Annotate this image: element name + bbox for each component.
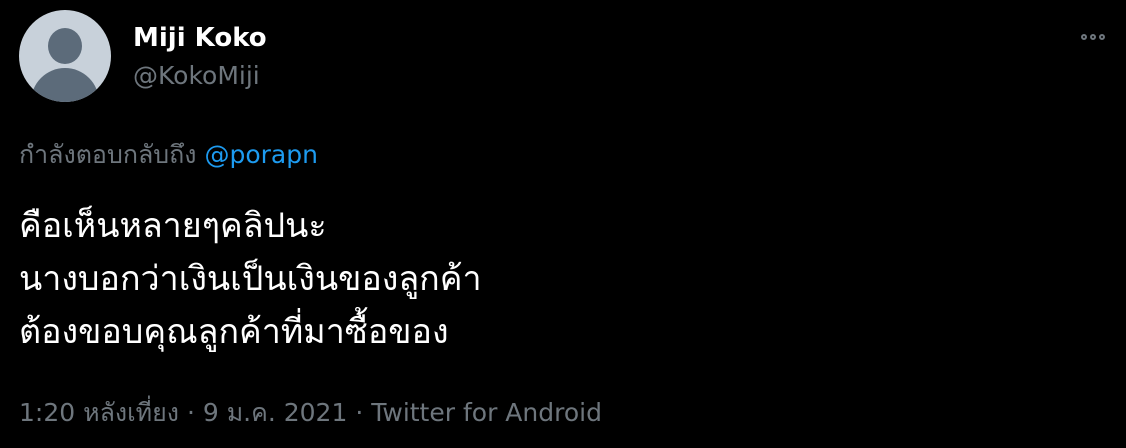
tweet-date[interactable]: 9 ม.ค. 2021: [203, 398, 348, 427]
author-handle[interactable]: @KokoMiji: [133, 60, 260, 92]
tweet-time[interactable]: 1:20 หลังเที่ยง: [19, 398, 179, 427]
tweet-text: คือเห็นหลายๆคลิปนะ นางบอกว่าเงินเป็นเงิน…: [19, 200, 482, 359]
more-horizontal-icon[interactable]: [1073, 26, 1113, 48]
more-dot: [1090, 34, 1096, 40]
default-profile-icon-body: [31, 68, 99, 102]
tweet-source-link[interactable]: Twitter for Android: [371, 398, 602, 427]
tweet-text-line: คือเห็นหลายๆคลิปนะ: [19, 206, 327, 246]
replying-to-label: กำลังตอบกลับถึง: [19, 140, 197, 169]
reply-mention-link[interactable]: @porapn: [204, 140, 317, 169]
meta-separator: ·: [355, 398, 364, 427]
replying-to: กำลังตอบกลับถึง @porapn: [19, 138, 318, 172]
more-dot: [1081, 34, 1087, 40]
tweet-text-line: ต้องขอบคุณลูกค้าที่มาซื้อของ: [19, 312, 449, 352]
avatar[interactable]: [19, 10, 111, 102]
more-dot: [1099, 34, 1105, 40]
tweet-text-line: นางบอกว่าเงินเป็นเงินของลูกค้า: [19, 259, 482, 299]
author-display-name[interactable]: Miji Koko: [133, 22, 267, 54]
tweet-metadata: 1:20 หลังเที่ยง · 9 ม.ค. 2021 · Twitter …: [19, 396, 602, 430]
default-profile-icon: [48, 28, 82, 64]
meta-separator: ·: [186, 398, 195, 427]
tweet-card: Miji Koko @KokoMiji กำลังตอบกลับถึง @por…: [0, 0, 1126, 448]
